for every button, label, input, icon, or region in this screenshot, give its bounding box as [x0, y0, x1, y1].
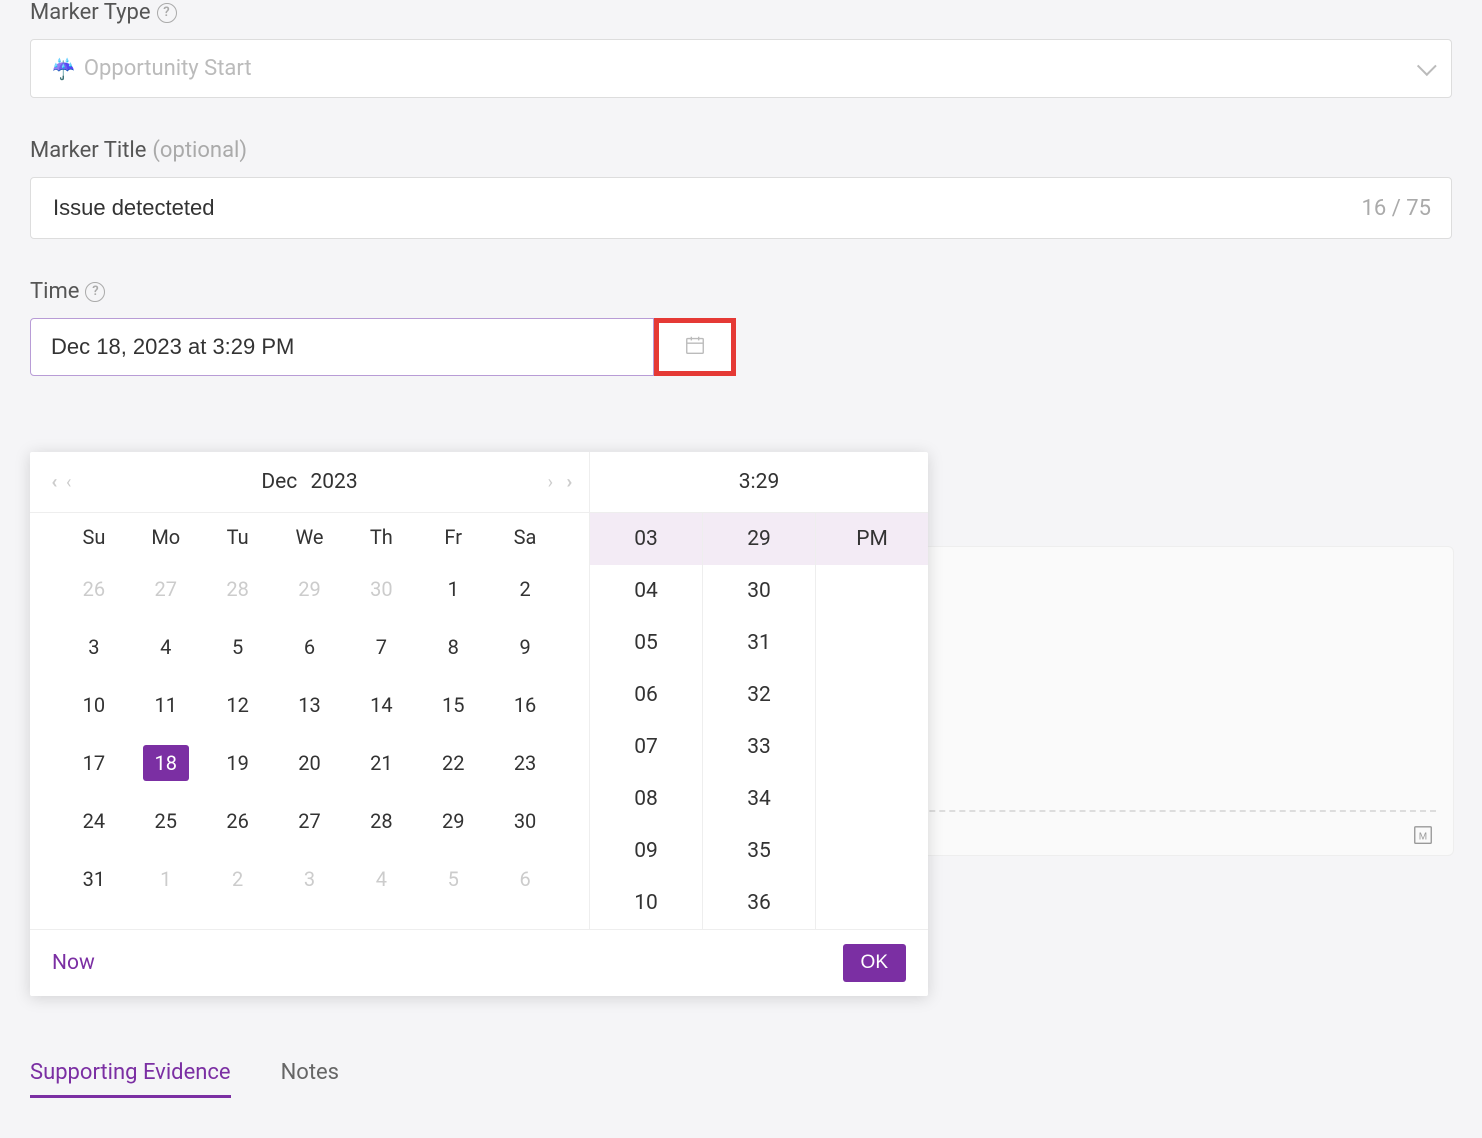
- calendar-day[interactable]: 29: [430, 803, 476, 839]
- calendar-day[interactable]: 19: [215, 745, 261, 781]
- time-option[interactable]: PM: [816, 513, 928, 565]
- calendar-day[interactable]: 7: [358, 629, 404, 665]
- calendar-day[interactable]: 8: [430, 629, 476, 665]
- calendar-day[interactable]: 25: [143, 803, 189, 839]
- markdown-icon: M: [1412, 824, 1434, 850]
- chevron-down-icon: [1417, 56, 1437, 76]
- day-of-week: Sa: [489, 525, 561, 549]
- help-icon[interactable]: ?: [85, 282, 105, 302]
- month-label[interactable]: Dec: [261, 470, 297, 494]
- char-count: 16 / 75: [1362, 196, 1431, 221]
- calendar-day[interactable]: 28: [215, 571, 261, 607]
- calendar-day[interactable]: 13: [286, 687, 332, 723]
- time-option[interactable]: 30: [703, 565, 815, 617]
- tab-supporting-evidence[interactable]: Supporting Evidence: [30, 1060, 231, 1098]
- datetime-picker: ‹‹ ‹ Dec 2023 › ›› SuMoTuWeThFrSa2627282…: [30, 452, 928, 996]
- time-option[interactable]: 34: [703, 773, 815, 825]
- year-label[interactable]: 2023: [310, 470, 357, 494]
- day-of-week: Su: [58, 525, 130, 549]
- minute-column[interactable]: 2930313233343536: [703, 513, 816, 929]
- calendar-day[interactable]: 10: [71, 687, 117, 723]
- time-panel: 3:29 0304050607080910 2930313233343536 P…: [590, 452, 928, 929]
- calendar-day[interactable]: 29: [286, 571, 332, 607]
- calendar-day[interactable]: 9: [502, 629, 548, 665]
- calendar-day[interactable]: 17: [71, 745, 117, 781]
- time-option[interactable]: 07: [590, 721, 702, 773]
- optional-label: (optional): [152, 138, 247, 163]
- calendar-day[interactable]: 12: [215, 687, 261, 723]
- calendar-day[interactable]: 3: [71, 629, 117, 665]
- calendar-day[interactable]: 14: [358, 687, 404, 723]
- calendar-day[interactable]: 21: [358, 745, 404, 781]
- day-of-week: We: [274, 525, 346, 549]
- day-of-week: Tu: [202, 525, 274, 549]
- calendar-day[interactable]: 5: [215, 629, 261, 665]
- calendar-day[interactable]: 4: [143, 629, 189, 665]
- calendar-day[interactable]: 24: [71, 803, 117, 839]
- next-month-icon[interactable]: ›: [548, 472, 553, 493]
- marker-type-label: Marker Type: [30, 0, 151, 25]
- calendar-day[interactable]: 22: [430, 745, 476, 781]
- calendar-day[interactable]: 4: [358, 861, 404, 897]
- time-input[interactable]: [49, 333, 635, 361]
- time-option[interactable]: 35: [703, 825, 815, 877]
- time-option[interactable]: 05: [590, 617, 702, 669]
- prev-month-icon[interactable]: ‹: [66, 472, 71, 493]
- calendar-day[interactable]: 20: [286, 745, 332, 781]
- day-of-week: Fr: [417, 525, 489, 549]
- hour-column[interactable]: 0304050607080910: [590, 513, 703, 929]
- time-option[interactable]: 04: [590, 565, 702, 617]
- calendar-day[interactable]: 15: [430, 687, 476, 723]
- calendar-day[interactable]: 5: [430, 861, 476, 897]
- calendar-icon: [684, 334, 706, 360]
- calendar-day[interactable]: 28: [358, 803, 404, 839]
- calendar-day[interactable]: 6: [286, 629, 332, 665]
- now-link[interactable]: Now: [52, 951, 95, 975]
- calendar-day[interactable]: 27: [286, 803, 332, 839]
- time-option[interactable]: 31: [703, 617, 815, 669]
- time-option[interactable]: 10: [590, 877, 702, 929]
- marker-type-value: Opportunity Start: [84, 56, 252, 81]
- calendar-day[interactable]: 11: [143, 687, 189, 723]
- help-icon[interactable]: ?: [157, 3, 177, 23]
- time-option[interactable]: 29: [703, 513, 815, 565]
- umbrella-icon: ☔: [51, 57, 76, 81]
- time-option[interactable]: 32: [703, 669, 815, 721]
- marker-type-select[interactable]: ☔ Opportunity Start: [30, 39, 1452, 98]
- calendar-day[interactable]: 30: [502, 803, 548, 839]
- tab-notes[interactable]: Notes: [281, 1060, 339, 1098]
- day-of-week: Mo: [130, 525, 202, 549]
- calendar-day[interactable]: 23: [502, 745, 548, 781]
- time-option[interactable]: 36: [703, 877, 815, 929]
- marker-title-input[interactable]: [51, 194, 1362, 222]
- day-of-week: Th: [345, 525, 417, 549]
- time-option[interactable]: 06: [590, 669, 702, 721]
- calendar-panel: ‹‹ ‹ Dec 2023 › ›› SuMoTuWeThFrSa2627282…: [30, 452, 590, 929]
- time-display: 3:29: [590, 452, 928, 513]
- calendar-day[interactable]: 2: [215, 861, 261, 897]
- calendar-day[interactable]: 18: [143, 745, 189, 781]
- calendar-day[interactable]: 26: [71, 571, 117, 607]
- calendar-day[interactable]: 31: [71, 861, 117, 897]
- calendar-day[interactable]: 1: [430, 571, 476, 607]
- time-option[interactable]: 08: [590, 773, 702, 825]
- calendar-day[interactable]: 6: [502, 861, 548, 897]
- time-option[interactable]: 33: [703, 721, 815, 773]
- calendar-day[interactable]: 30: [358, 571, 404, 607]
- calendar-day[interactable]: 2: [502, 571, 548, 607]
- time-option[interactable]: 09: [590, 825, 702, 877]
- ampm-column[interactable]: PM: [816, 513, 928, 929]
- ok-button[interactable]: OK: [843, 944, 906, 982]
- calendar-day[interactable]: 1: [143, 861, 189, 897]
- calendar-day[interactable]: 16: [502, 687, 548, 723]
- calendar-day[interactable]: 27: [143, 571, 189, 607]
- time-option[interactable]: 03: [590, 513, 702, 565]
- time-label: Time: [30, 279, 79, 304]
- calendar-day[interactable]: 26: [215, 803, 261, 839]
- calendar-button[interactable]: [654, 318, 736, 376]
- calendar-day[interactable]: 3: [286, 861, 332, 897]
- marker-title-label: Marker Title: [30, 138, 146, 163]
- svg-text:M: M: [1419, 832, 1427, 843]
